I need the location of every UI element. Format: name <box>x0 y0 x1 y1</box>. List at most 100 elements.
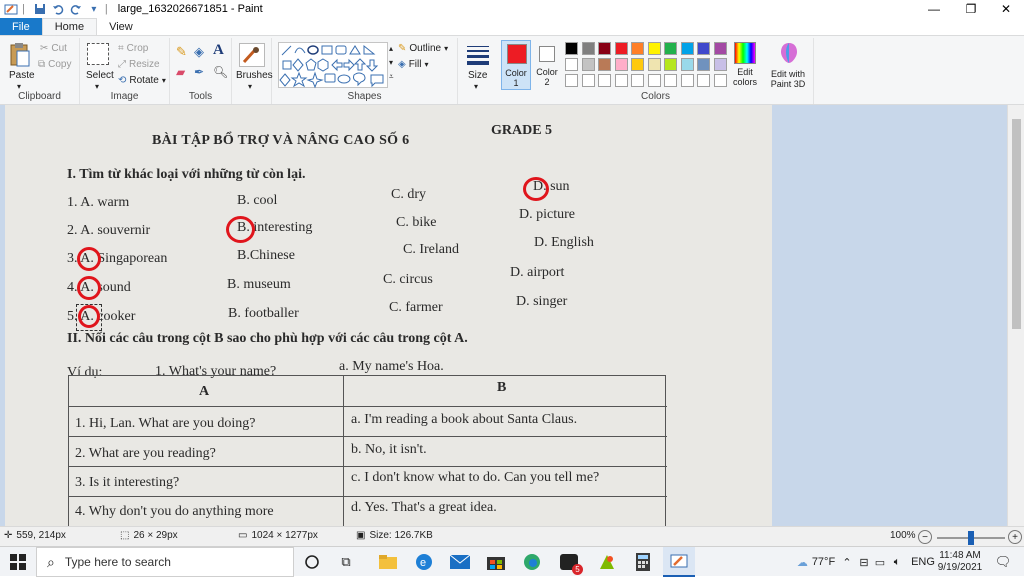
start-button[interactable] <box>0 547 36 577</box>
palette-swatch[interactable] <box>713 74 727 87</box>
select-icon[interactable] <box>87 43 109 65</box>
save-icon[interactable] <box>33 2 47 16</box>
palette-swatch[interactable] <box>581 58 595 71</box>
file-explorer-icon[interactable] <box>374 547 402 577</box>
scrollbar-thumb[interactable] <box>1012 119 1021 329</box>
zoom-slider[interactable] <box>937 531 1005 545</box>
brushes-dropdown-icon[interactable]: ▾ <box>248 82 252 91</box>
outline-button[interactable]: ✎ Outline ▾ <box>398 43 448 54</box>
palette-swatch[interactable] <box>697 42 710 55</box>
store-icon[interactable] <box>482 547 510 577</box>
selection-box[interactable] <box>76 304 102 331</box>
shapes-more-icon[interactable]: ⩡ <box>389 72 394 82</box>
palette-swatch[interactable] <box>631 74 644 87</box>
palette-swatch[interactable] <box>680 42 694 55</box>
paste-dropdown-icon[interactable]: ▾ <box>17 82 21 91</box>
palette-swatch[interactable] <box>581 42 595 55</box>
palette-swatch[interactable] <box>614 74 628 87</box>
palette-swatch[interactable] <box>713 42 727 55</box>
palette-swatch[interactable] <box>664 74 677 87</box>
shapes-gallery[interactable] <box>278 42 389 89</box>
undo-icon[interactable] <box>51 2 65 16</box>
palette-swatch[interactable] <box>565 42 578 55</box>
vertical-scrollbar[interactable] <box>1007 105 1024 526</box>
brush-icon[interactable] <box>239 43 265 67</box>
shapes-icons[interactable] <box>279 43 389 89</box>
palette-swatch[interactable] <box>631 42 644 55</box>
battery-icon[interactable]: ▭ <box>872 547 888 577</box>
edit-colors-button[interactable]: Edit colors <box>733 67 757 87</box>
palette-swatch[interactable] <box>581 74 595 87</box>
color2-button[interactable]: Color 2 <box>534 40 560 90</box>
show-hidden-icons-icon[interactable]: ⌃ <box>840 547 854 577</box>
task-view-icon[interactable]: ⧉ <box>334 547 358 577</box>
shapes-scroll-down-icon[interactable]: ▾ <box>389 58 393 67</box>
zoom-out-button[interactable]: − <box>918 530 932 544</box>
magnifier-icon[interactable]: 🔍︎ <box>213 65 228 79</box>
paint-taskbar-icon[interactable] <box>663 547 695 577</box>
volume-icon[interactable]: 🔈︎ <box>888 547 906 577</box>
redo-icon[interactable] <box>69 2 83 16</box>
fill-button[interactable]: ◈ Fill ▾ <box>398 59 429 70</box>
palette-swatch[interactable] <box>647 74 661 87</box>
palette-swatch[interactable] <box>713 58 727 71</box>
brushes-button[interactable]: Brushes <box>236 70 273 81</box>
palette-swatch[interactable] <box>614 42 628 55</box>
fill-bucket-icon[interactable]: ◈ <box>194 44 204 60</box>
palette-swatch[interactable] <box>631 58 644 71</box>
resize-button[interactable]: ⤢ Resize <box>118 59 160 70</box>
cut-button[interactable]: ✂ Cut <box>40 43 67 54</box>
palette-swatch[interactable] <box>664 58 677 71</box>
palette-swatch[interactable] <box>647 42 661 55</box>
paste-icon[interactable] <box>8 42 32 68</box>
palette-swatch[interactable] <box>614 58 628 71</box>
select-button[interactable]: Select <box>86 70 114 81</box>
zoom-slider-thumb[interactable] <box>968 531 974 545</box>
edit-colors-icon[interactable] <box>734 42 756 64</box>
customize-qat-icon[interactable]: ▾ <box>87 2 101 16</box>
copy-button[interactable]: ⧉ Copy <box>38 59 72 70</box>
rotate-button[interactable]: ⟲ Rotate ▾ <box>118 75 166 86</box>
paste-button[interactable]: Paste <box>9 70 35 81</box>
tab-home[interactable]: Home <box>41 18 98 35</box>
palette-swatch[interactable] <box>680 58 694 71</box>
paint3d-icon[interactable] <box>778 42 800 64</box>
palette-swatch[interactable] <box>647 58 661 71</box>
edge-icon[interactable] <box>518 547 546 577</box>
paint-app-icon[interactable] <box>4 2 18 16</box>
palette-swatch[interactable] <box>598 58 611 71</box>
notifications-icon[interactable]: 🗨︎ <box>990 547 1016 577</box>
select-dropdown-icon[interactable]: ▾ <box>95 82 99 91</box>
restore-button[interactable]: ❐ <box>955 0 987 18</box>
photos-icon[interactable] <box>593 547 621 577</box>
zoom-in-button[interactable]: + <box>1008 530 1022 544</box>
language-indicator[interactable]: ENG <box>910 547 936 577</box>
palette-swatch[interactable] <box>664 42 677 55</box>
network-icon[interactable]: ⊟ <box>856 547 872 577</box>
palette-swatch[interactable] <box>697 58 710 71</box>
palette-swatch[interactable] <box>680 74 694 87</box>
palette-swatch[interactable] <box>598 42 611 55</box>
tab-view[interactable]: View <box>97 18 145 35</box>
pencil-icon[interactable]: ✎ <box>176 44 187 60</box>
crop-button[interactable]: ⌗ Crop <box>118 43 148 54</box>
video-app-icon[interactable]: 5 <box>555 547 583 577</box>
calculator-icon[interactable] <box>629 547 657 577</box>
shapes-scroll-up-icon[interactable]: ▴ <box>389 44 393 53</box>
clock[interactable]: 11:48 AM 9/19/2021 <box>936 547 984 577</box>
canvas-image[interactable]: BÀI TẬP BỔ TRỢ VÀ NÂNG CAO SỐ 6 GRADE 5 … <box>5 105 772 526</box>
size-button[interactable]: Size <box>468 70 487 81</box>
size-icon[interactable] <box>466 44 490 66</box>
cortana-icon[interactable] <box>300 547 324 577</box>
size-dropdown-icon[interactable]: ▾ <box>474 82 478 91</box>
color1-button[interactable]: Color 1 <box>501 40 531 90</box>
edit-with-paint3d-button[interactable]: Edit with Paint 3D <box>764 69 812 89</box>
close-button[interactable]: ✕ <box>990 0 1022 18</box>
minimize-button[interactable]: — <box>918 0 950 18</box>
mail-icon[interactable] <box>446 547 474 577</box>
palette-swatch[interactable] <box>565 58 578 71</box>
eraser-icon[interactable]: ▰ <box>176 65 185 79</box>
weather-widget[interactable]: ☁ 77°F <box>784 547 848 577</box>
edge-legacy-icon[interactable]: e <box>410 547 438 577</box>
text-tool-icon[interactable]: A <box>213 42 224 59</box>
